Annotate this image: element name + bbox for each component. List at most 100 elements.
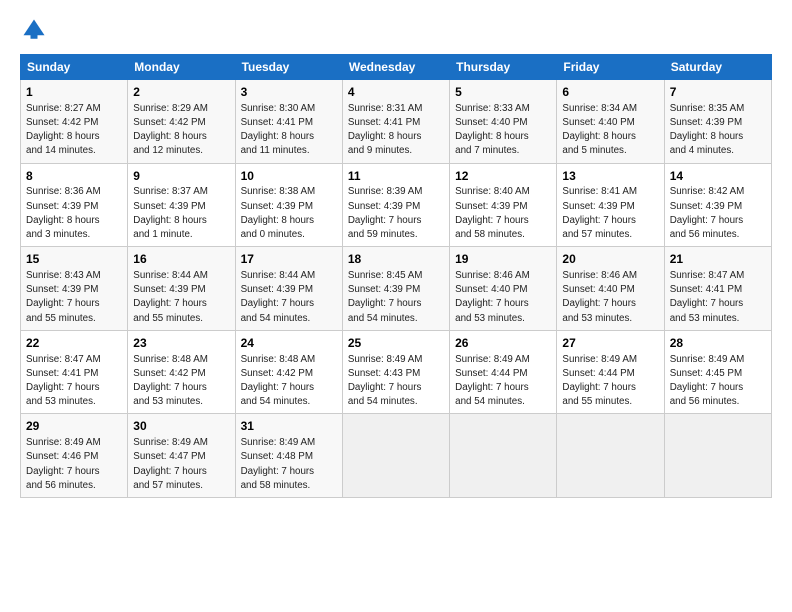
- logo-icon: [20, 16, 48, 44]
- weekday-header: Wednesday: [342, 55, 449, 80]
- calendar-day-cell: 2Sunrise: 8:29 AM Sunset: 4:42 PM Daylig…: [128, 80, 235, 164]
- calendar-day-cell: 30Sunrise: 8:49 AM Sunset: 4:47 PM Dayli…: [128, 414, 235, 498]
- weekday-header: Sunday: [21, 55, 128, 80]
- weekday-header: Monday: [128, 55, 235, 80]
- calendar-day-cell: 19Sunrise: 8:46 AM Sunset: 4:40 PM Dayli…: [450, 247, 557, 331]
- calendar-day-cell: 22Sunrise: 8:47 AM Sunset: 4:41 PM Dayli…: [21, 330, 128, 414]
- day-number: 19: [455, 251, 551, 268]
- day-number: 5: [455, 84, 551, 101]
- calendar-day-cell: 6Sunrise: 8:34 AM Sunset: 4:40 PM Daylig…: [557, 80, 664, 164]
- day-info: Sunrise: 8:38 AM Sunset: 4:39 PM Dayligh…: [241, 185, 337, 242]
- calendar-day-cell: 29Sunrise: 8:49 AM Sunset: 4:46 PM Dayli…: [21, 414, 128, 498]
- day-number: 11: [348, 168, 444, 185]
- calendar-day-cell: [557, 414, 664, 498]
- day-number: 2: [133, 84, 229, 101]
- calendar-day-cell: 27Sunrise: 8:49 AM Sunset: 4:44 PM Dayli…: [557, 330, 664, 414]
- weekday-header: Thursday: [450, 55, 557, 80]
- calendar-day-cell: 20Sunrise: 8:46 AM Sunset: 4:40 PM Dayli…: [557, 247, 664, 331]
- day-number: 17: [241, 251, 337, 268]
- day-number: 21: [670, 251, 766, 268]
- day-number: 20: [562, 251, 658, 268]
- day-number: 26: [455, 335, 551, 352]
- day-info: Sunrise: 8:48 AM Sunset: 4:42 PM Dayligh…: [133, 353, 229, 410]
- calendar-week-row: 15Sunrise: 8:43 AM Sunset: 4:39 PM Dayli…: [21, 247, 772, 331]
- day-info: Sunrise: 8:34 AM Sunset: 4:40 PM Dayligh…: [562, 102, 658, 159]
- day-info: Sunrise: 8:42 AM Sunset: 4:39 PM Dayligh…: [670, 185, 766, 242]
- logo: [20, 16, 52, 44]
- calendar-week-row: 29Sunrise: 8:49 AM Sunset: 4:46 PM Dayli…: [21, 414, 772, 498]
- day-info: Sunrise: 8:49 AM Sunset: 4:46 PM Dayligh…: [26, 436, 122, 493]
- day-number: 6: [562, 84, 658, 101]
- day-info: Sunrise: 8:36 AM Sunset: 4:39 PM Dayligh…: [26, 185, 122, 242]
- day-info: Sunrise: 8:33 AM Sunset: 4:40 PM Dayligh…: [455, 102, 551, 159]
- calendar-day-cell: [342, 414, 449, 498]
- calendar-day-cell: 28Sunrise: 8:49 AM Sunset: 4:45 PM Dayli…: [664, 330, 771, 414]
- calendar-day-cell: 10Sunrise: 8:38 AM Sunset: 4:39 PM Dayli…: [235, 163, 342, 247]
- day-number: 3: [241, 84, 337, 101]
- day-info: Sunrise: 8:30 AM Sunset: 4:41 PM Dayligh…: [241, 102, 337, 159]
- calendar-day-cell: 1Sunrise: 8:27 AM Sunset: 4:42 PM Daylig…: [21, 80, 128, 164]
- calendar-week-row: 8Sunrise: 8:36 AM Sunset: 4:39 PM Daylig…: [21, 163, 772, 247]
- day-number: 27: [562, 335, 658, 352]
- calendar-day-cell: 24Sunrise: 8:48 AM Sunset: 4:42 PM Dayli…: [235, 330, 342, 414]
- day-info: Sunrise: 8:46 AM Sunset: 4:40 PM Dayligh…: [562, 269, 658, 326]
- day-number: 18: [348, 251, 444, 268]
- calendar-day-cell: [450, 414, 557, 498]
- calendar-week-row: 1Sunrise: 8:27 AM Sunset: 4:42 PM Daylig…: [21, 80, 772, 164]
- calendar-day-cell: 14Sunrise: 8:42 AM Sunset: 4:39 PM Dayli…: [664, 163, 771, 247]
- day-info: Sunrise: 8:43 AM Sunset: 4:39 PM Dayligh…: [26, 269, 122, 326]
- day-info: Sunrise: 8:35 AM Sunset: 4:39 PM Dayligh…: [670, 102, 766, 159]
- calendar-day-cell: 12Sunrise: 8:40 AM Sunset: 4:39 PM Dayli…: [450, 163, 557, 247]
- day-info: Sunrise: 8:45 AM Sunset: 4:39 PM Dayligh…: [348, 269, 444, 326]
- day-info: Sunrise: 8:29 AM Sunset: 4:42 PM Dayligh…: [133, 102, 229, 159]
- day-number: 16: [133, 251, 229, 268]
- calendar-day-cell: 13Sunrise: 8:41 AM Sunset: 4:39 PM Dayli…: [557, 163, 664, 247]
- calendar-day-cell: 11Sunrise: 8:39 AM Sunset: 4:39 PM Dayli…: [342, 163, 449, 247]
- day-number: 14: [670, 168, 766, 185]
- day-number: 7: [670, 84, 766, 101]
- day-number: 24: [241, 335, 337, 352]
- weekday-header: Tuesday: [235, 55, 342, 80]
- day-number: 30: [133, 418, 229, 435]
- day-info: Sunrise: 8:48 AM Sunset: 4:42 PM Dayligh…: [241, 353, 337, 410]
- calendar-header-row: SundayMondayTuesdayWednesdayThursdayFrid…: [21, 55, 772, 80]
- day-info: Sunrise: 8:47 AM Sunset: 4:41 PM Dayligh…: [670, 269, 766, 326]
- day-number: 22: [26, 335, 122, 352]
- calendar: SundayMondayTuesdayWednesdayThursdayFrid…: [20, 54, 772, 498]
- day-info: Sunrise: 8:27 AM Sunset: 4:42 PM Dayligh…: [26, 102, 122, 159]
- calendar-day-cell: [664, 414, 771, 498]
- day-info: Sunrise: 8:44 AM Sunset: 4:39 PM Dayligh…: [241, 269, 337, 326]
- calendar-day-cell: 18Sunrise: 8:45 AM Sunset: 4:39 PM Dayli…: [342, 247, 449, 331]
- day-info: Sunrise: 8:47 AM Sunset: 4:41 PM Dayligh…: [26, 353, 122, 410]
- day-info: Sunrise: 8:49 AM Sunset: 4:47 PM Dayligh…: [133, 436, 229, 493]
- day-info: Sunrise: 8:39 AM Sunset: 4:39 PM Dayligh…: [348, 185, 444, 242]
- calendar-day-cell: 5Sunrise: 8:33 AM Sunset: 4:40 PM Daylig…: [450, 80, 557, 164]
- day-info: Sunrise: 8:49 AM Sunset: 4:45 PM Dayligh…: [670, 353, 766, 410]
- day-number: 25: [348, 335, 444, 352]
- day-info: Sunrise: 8:49 AM Sunset: 4:43 PM Dayligh…: [348, 353, 444, 410]
- day-info: Sunrise: 8:46 AM Sunset: 4:40 PM Dayligh…: [455, 269, 551, 326]
- calendar-day-cell: 16Sunrise: 8:44 AM Sunset: 4:39 PM Dayli…: [128, 247, 235, 331]
- calendar-day-cell: 26Sunrise: 8:49 AM Sunset: 4:44 PM Dayli…: [450, 330, 557, 414]
- calendar-day-cell: 8Sunrise: 8:36 AM Sunset: 4:39 PM Daylig…: [21, 163, 128, 247]
- day-number: 10: [241, 168, 337, 185]
- day-info: Sunrise: 8:37 AM Sunset: 4:39 PM Dayligh…: [133, 185, 229, 242]
- day-number: 29: [26, 418, 122, 435]
- calendar-day-cell: 21Sunrise: 8:47 AM Sunset: 4:41 PM Dayli…: [664, 247, 771, 331]
- day-info: Sunrise: 8:49 AM Sunset: 4:44 PM Dayligh…: [562, 353, 658, 410]
- day-info: Sunrise: 8:49 AM Sunset: 4:44 PM Dayligh…: [455, 353, 551, 410]
- day-info: Sunrise: 8:41 AM Sunset: 4:39 PM Dayligh…: [562, 185, 658, 242]
- calendar-day-cell: 23Sunrise: 8:48 AM Sunset: 4:42 PM Dayli…: [128, 330, 235, 414]
- day-number: 12: [455, 168, 551, 185]
- calendar-day-cell: 17Sunrise: 8:44 AM Sunset: 4:39 PM Dayli…: [235, 247, 342, 331]
- calendar-day-cell: 25Sunrise: 8:49 AM Sunset: 4:43 PM Dayli…: [342, 330, 449, 414]
- calendar-day-cell: 15Sunrise: 8:43 AM Sunset: 4:39 PM Dayli…: [21, 247, 128, 331]
- day-number: 15: [26, 251, 122, 268]
- weekday-header: Friday: [557, 55, 664, 80]
- calendar-week-row: 22Sunrise: 8:47 AM Sunset: 4:41 PM Dayli…: [21, 330, 772, 414]
- day-number: 31: [241, 418, 337, 435]
- calendar-day-cell: 9Sunrise: 8:37 AM Sunset: 4:39 PM Daylig…: [128, 163, 235, 247]
- calendar-day-cell: 7Sunrise: 8:35 AM Sunset: 4:39 PM Daylig…: [664, 80, 771, 164]
- day-info: Sunrise: 8:49 AM Sunset: 4:48 PM Dayligh…: [241, 436, 337, 493]
- day-number: 1: [26, 84, 122, 101]
